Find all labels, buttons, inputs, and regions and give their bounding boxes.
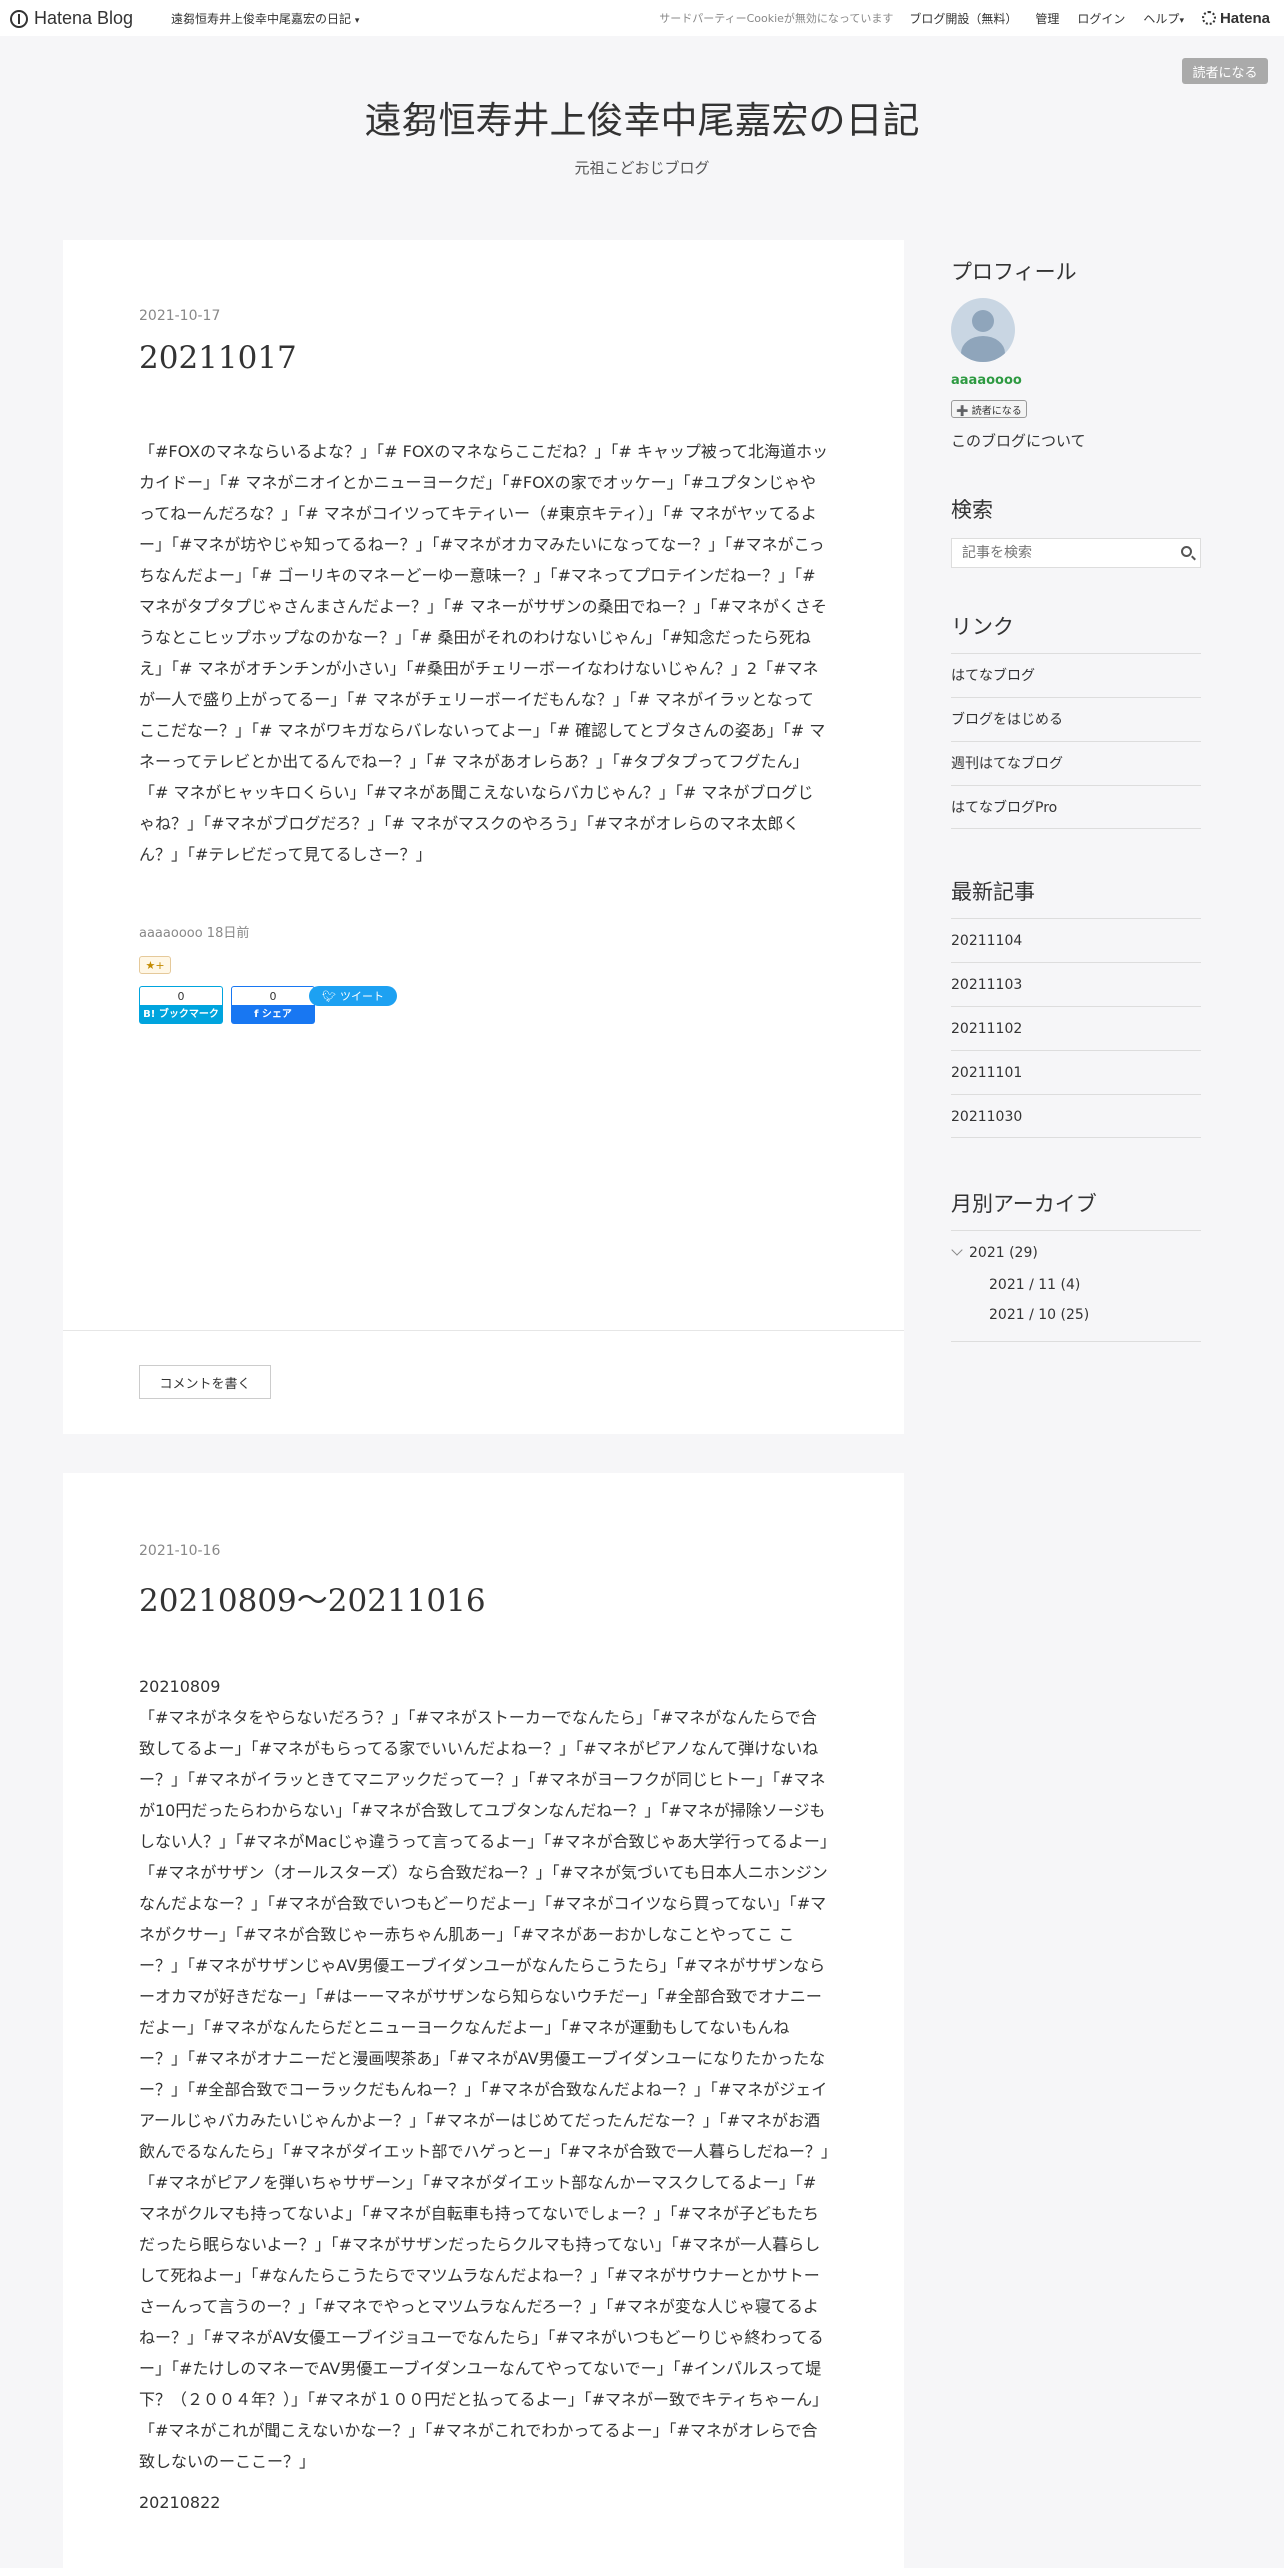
archive-year-toggle[interactable]: 2021 (29) [951, 1244, 1038, 1261]
hatena-blog-logo-icon [10, 9, 28, 28]
entry-author-meta[interactable]: aaaaoooo 18日前 [139, 922, 249, 941]
star-add-button[interactable]: ★+ [139, 956, 171, 974]
recent-entry-item[interactable]: 20211030 [951, 1094, 1201, 1138]
caret-down-icon: ▾ [1179, 15, 1184, 26]
profile-name[interactable]: aaaaoooo [951, 373, 1022, 388]
recent-entries-heading: 最新記事 [951, 880, 1035, 904]
archive-heading: 月別アーカイブ [951, 1192, 1097, 1216]
archive-list: 2021 (29) 2021 / 11 (4) 2021 / 10 (25) [951, 1230, 1201, 1342]
link-item[interactable]: はてなブログPro [951, 785, 1201, 829]
blog-description: 元祖こどおじブログ [574, 159, 710, 177]
blog-name-menu[interactable]: 遠芻恒寿井上俊幸中尾嘉宏の日記 ▾ [171, 10, 359, 27]
recent-entry-item[interactable]: 20211103 [951, 962, 1201, 1006]
caret-down-icon: ▾ [354, 16, 360, 26]
entry-title[interactable]: 20210809〜20211016 [139, 1575, 486, 1620]
search-box [951, 538, 1201, 568]
links-list: はてなブログ ブログをはじめる 週刊はてなブログ はてなブログPro [951, 653, 1201, 829]
recent-entry-item[interactable]: 20211101 [951, 1050, 1201, 1094]
help-menu[interactable]: ヘルプ▾ [1143, 10, 1184, 27]
recent-entry-item[interactable]: 20211104 [951, 918, 1201, 962]
facebook-share-button[interactable]: 0 f シェア [231, 986, 315, 1026]
recent-entries-list: 20211104 20211103 20211102 20211101 2021… [951, 918, 1201, 1138]
entry-subheading: 20210809 [139, 1677, 221, 1696]
manage-link[interactable]: 管理 [1035, 10, 1059, 27]
avatar-head-icon [972, 310, 994, 332]
search-heading: 検索 [951, 498, 993, 522]
link-item[interactable]: はてなブログ [951, 653, 1201, 697]
search-input[interactable] [960, 544, 1174, 562]
recent-entry-item[interactable]: 20211102 [951, 1006, 1201, 1050]
comment-section: コメントを書く [63, 1330, 904, 1435]
login-link[interactable]: ログイン [1077, 10, 1125, 27]
article-entry: 2021-10-16 20210809〜20211016 20210809 「#… [63, 1473, 904, 2568]
about-blog-link[interactable]: このブログについて [951, 430, 1086, 451]
entry-content: 20210809 「#マネがネタをやらないだろう？」「#マネがストーカーでなんた… [139, 1671, 829, 2518]
entry-content: 「#FOXのマネならいるよな？」「# FOXのマネならここだね？」「# キャップ… [139, 436, 829, 870]
global-header: Hatena Blog 遠芻恒寿井上俊幸中尾嘉宏の日記 ▾ サードパーティーCo… [0, 0, 1284, 36]
links-heading: リンク [951, 615, 1014, 639]
subscribe-button[interactable]: 読者になる [1182, 58, 1268, 84]
article-entry: 2021-10-17 20211017 「#FOXのマネならいるよな？」「# F… [63, 240, 904, 1434]
profile-subscribe-button[interactable]: ➕ 読者になる [951, 400, 1027, 418]
entry-title[interactable]: 20211017 [139, 340, 297, 376]
hatena-bookmark-button[interactable]: 0 B! ブックマーク [139, 986, 223, 1026]
archive-month-link[interactable]: 2021 / 10 (25) [989, 1307, 1089, 1323]
archive-month-link[interactable]: 2021 / 11 (4) [989, 1277, 1080, 1293]
tweet-button[interactable]: 🐦︎ ツイート [309, 986, 397, 1006]
entry-date[interactable]: 2021-10-16 [139, 1543, 220, 1559]
entry-paragraph: 「#FOXのマネならいるよな？」「# FOXのマネならここだね？」「# キャップ… [139, 442, 829, 864]
hatena-logo-icon [1201, 11, 1216, 25]
share-count: 0 [231, 986, 315, 1005]
hatena-blog-logo[interactable]: Hatena Blog [10, 8, 133, 29]
blog-name-label: 遠芻恒寿井上俊幸中尾嘉宏の日記 [171, 12, 352, 26]
share-label: f シェア [231, 1005, 315, 1024]
brand-name: Hatena Blog [34, 8, 134, 28]
open-blog-link[interactable]: ブログ開設（無料） [909, 10, 1017, 27]
search-icon[interactable] [1181, 546, 1192, 557]
entry-subheading: 20210822 [139, 2493, 221, 2512]
hatena-label: Hatena [1219, 9, 1270, 27]
hatena-menu[interactable]: Hatena [1201, 9, 1270, 27]
write-comment-button[interactable]: コメントを書く [139, 1365, 271, 1399]
link-item[interactable]: ブログをはじめる [951, 697, 1201, 741]
link-item[interactable]: 週刊はてなブログ [951, 741, 1201, 785]
entry-date[interactable]: 2021-10-17 [139, 308, 220, 324]
help-label: ヘルプ [1143, 11, 1180, 26]
blog-title[interactable]: 遠芻恒寿井上俊幸中尾嘉宏の日記 [0, 90, 1284, 144]
avatar[interactable] [951, 298, 1015, 362]
twitter-bird-icon: 🐦︎ [322, 989, 336, 1003]
bookmark-count: 0 [139, 986, 223, 1005]
avatar-body-icon [961, 336, 1005, 362]
entry-paragraph: 「#マネがネタをやらないだろう？」「#マネがストーカーでなんたら」「#マネがなん… [139, 1708, 829, 2471]
archive-year-label: 2021 (29) [969, 1245, 1038, 1261]
tweet-label: ツイート [339, 990, 384, 1003]
header-right: サードパーティーCookieが無効になっています ブログ開設（無料） 管理 ログ… [659, 0, 1284, 36]
profile-heading: プロフィール [951, 260, 1077, 284]
chevron-down-icon [951, 1244, 963, 1256]
bookmark-label: B! ブックマーク [139, 1005, 223, 1024]
cookie-notice[interactable]: サードパーティーCookieが無効になっています [659, 10, 893, 26]
